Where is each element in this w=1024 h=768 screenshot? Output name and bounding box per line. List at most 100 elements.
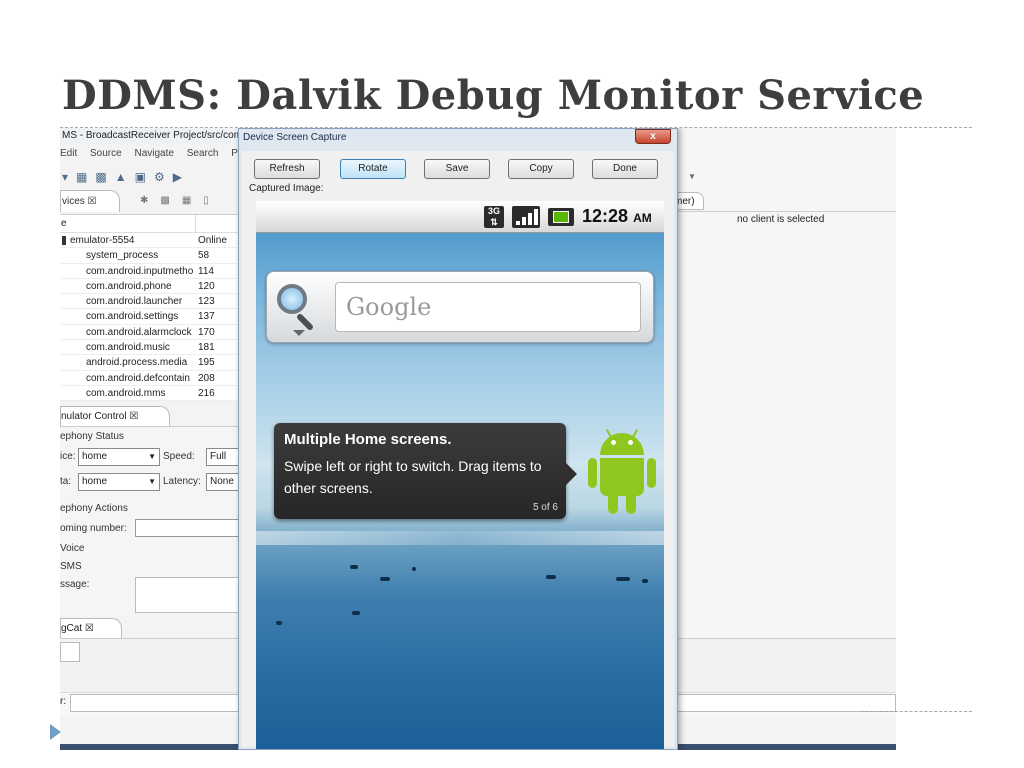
rock [276, 621, 282, 625]
search-icon[interactable] [273, 280, 327, 336]
dropdown-arrow-icon[interactable]: ▾ [62, 170, 68, 184]
table-row[interactable]: com.android.settings 137 [60, 309, 240, 325]
print-icon[interactable]: ▲ [115, 170, 127, 184]
right-tab-strip [674, 188, 896, 212]
telephony-status-heading: ephony Status [60, 431, 124, 442]
devices-toolbar: ✱ ▩ ▦ ▯ [140, 190, 240, 212]
menu-search[interactable]: Search [187, 148, 219, 159]
no-client-message: no client is selected [737, 214, 825, 225]
debug-icon[interactable]: ⚙ [154, 170, 165, 184]
telephony-actions-heading: ephony Actions [60, 503, 128, 514]
debug-process-icon[interactable]: ✱ [140, 190, 148, 212]
screenshot: MS - BroadcastReceiver Project/src/com E… [60, 128, 896, 750]
devices-table: e emulator-5554 Online system_process 58 … [60, 214, 240, 402]
dialog-title: Device Screen Capture [243, 132, 347, 143]
message-textarea[interactable] [135, 577, 245, 613]
table-row[interactable]: com.android.mms 216 [60, 386, 240, 402]
speed-label: Speed: [163, 451, 195, 462]
save-button[interactable]: Save [424, 159, 490, 179]
table-row[interactable]: com.android.inputmetho 114 [60, 264, 240, 279]
table-row[interactable]: com.android.defcontain 208 [60, 371, 240, 386]
close-icon: x [650, 131, 656, 142]
battery-icon [548, 208, 574, 226]
collapse-icon[interactable] [62, 235, 66, 245]
table-row[interactable]: system_process 58 [60, 248, 240, 264]
voice-select[interactable]: home ▼ [78, 448, 160, 466]
voice-radio[interactable]: Voice [60, 543, 84, 554]
rock [642, 579, 648, 583]
cause-gc-icon[interactable]: ▯ [203, 190, 209, 212]
rock [380, 577, 390, 581]
eclipse-toolbar: ▾ ▦ ▩ ▲ ▣ ⚙ ▶ [60, 166, 240, 188]
logcat-tab[interactable]: gCat ☒ [60, 618, 122, 638]
slide: DDMS: Dalvik Debug Monitor Service MS - … [0, 0, 1024, 768]
chevron-down-icon[interactable]: ▼ [688, 172, 696, 181]
rock [350, 565, 358, 569]
latency-label: Latency: [163, 476, 201, 487]
status-time: 12:28 AM [582, 206, 652, 226]
rock [546, 575, 556, 579]
device-screen-capture-dialog: Device Screen Capture x Refresh Rotate S… [238, 128, 678, 750]
dump-hprof-icon[interactable]: ▦ [182, 190, 191, 212]
menu-source[interactable]: Source [90, 148, 122, 159]
save-all-icon[interactable]: ▩ [95, 170, 106, 184]
save-icon[interactable]: ▦ [76, 170, 87, 184]
chevron-down-icon: ▼ [148, 477, 156, 486]
search-input[interactable]: Google [335, 282, 641, 332]
emulator-control-tab[interactable]: nulator Control ☒ [60, 406, 170, 426]
tooltip-text: Swipe left or right to switch. Drag item… [284, 458, 542, 496]
tooltip-pointer [566, 463, 577, 485]
copy-button[interactable]: Copy [508, 159, 574, 179]
logcat-filter-tab[interactable] [60, 642, 80, 662]
table-row[interactable]: com.android.alarmclock 170 [60, 325, 240, 341]
rock [412, 567, 416, 571]
dialog-body: Refresh Rotate Save Copy Done Captured I… [242, 151, 674, 749]
captured-image-label: Captured Image: [249, 183, 324, 194]
signal-icon [512, 206, 540, 228]
devices-table-header: e [60, 215, 240, 233]
footer-divider [860, 711, 972, 712]
table-row[interactable]: com.android.phone 120 [60, 279, 240, 295]
bullet-arrow-icon [50, 724, 61, 740]
status-bar: 3G ⇅ 12:28 AM [256, 201, 664, 233]
rotate-button[interactable]: Rotate [340, 159, 406, 179]
update-heap-icon[interactable]: ▩ [160, 190, 169, 212]
filter-label: r: [60, 696, 67, 707]
table-row[interactable]: com.android.music 181 [60, 340, 240, 356]
tooltip-title: Multiple Home screens. [284, 431, 452, 448]
google-search-widget[interactable]: Google [266, 271, 654, 343]
name-column-header[interactable]: e [60, 215, 196, 232]
data-label: ta: [60, 476, 72, 487]
table-row[interactable]: com.android.launcher 123 [60, 294, 240, 310]
android-robot-icon [588, 429, 658, 519]
3g-icon: 3G ⇅ [484, 206, 504, 228]
home-screens-tooltip[interactable]: Multiple Home screens. Swipe left or rig… [274, 423, 566, 519]
run-icon[interactable]: ▶ [173, 170, 182, 184]
tooltip-page-indicator: 5 of 6 [532, 502, 558, 513]
incoming-number-label: oming number: [60, 523, 127, 534]
menu-edit[interactable]: Edit [60, 148, 77, 159]
emulator-control-panel: ephony Status ice: home ▼ Speed: Full ta:… [60, 426, 246, 616]
slide-title: DDMS: Dalvik Debug Monitor Service [62, 72, 925, 119]
right-panel-tab[interactable]: mer) [674, 192, 704, 210]
refresh-button[interactable]: Refresh [254, 159, 320, 179]
eclipse-menu-bar: Edit Source Navigate Search Pr [60, 146, 240, 162]
chevron-down-icon[interactable] [293, 330, 305, 336]
done-button[interactable]: Done [592, 159, 658, 179]
voice-label: ice: [60, 451, 76, 462]
android-sdk-icon[interactable]: ▣ [135, 170, 146, 184]
eclipse-title-bar: MS - BroadcastReceiver Project/src/com [60, 128, 240, 144]
rock [352, 611, 360, 615]
table-row[interactable]: android.process.media 195 [60, 355, 240, 371]
chevron-down-icon: ▼ [148, 452, 156, 461]
sms-radio[interactable]: SMS [60, 561, 82, 572]
table-row[interactable]: emulator-5554 Online [60, 233, 240, 249]
close-button[interactable]: x [635, 129, 671, 144]
data-select[interactable]: home ▼ [78, 473, 160, 491]
incoming-number-input[interactable] [135, 519, 245, 537]
message-label: ssage: [60, 579, 90, 590]
horizon [256, 531, 664, 545]
rock [616, 577, 630, 581]
menu-navigate[interactable]: Navigate [134, 148, 173, 159]
devices-tab[interactable]: vices ☒ [60, 190, 120, 212]
